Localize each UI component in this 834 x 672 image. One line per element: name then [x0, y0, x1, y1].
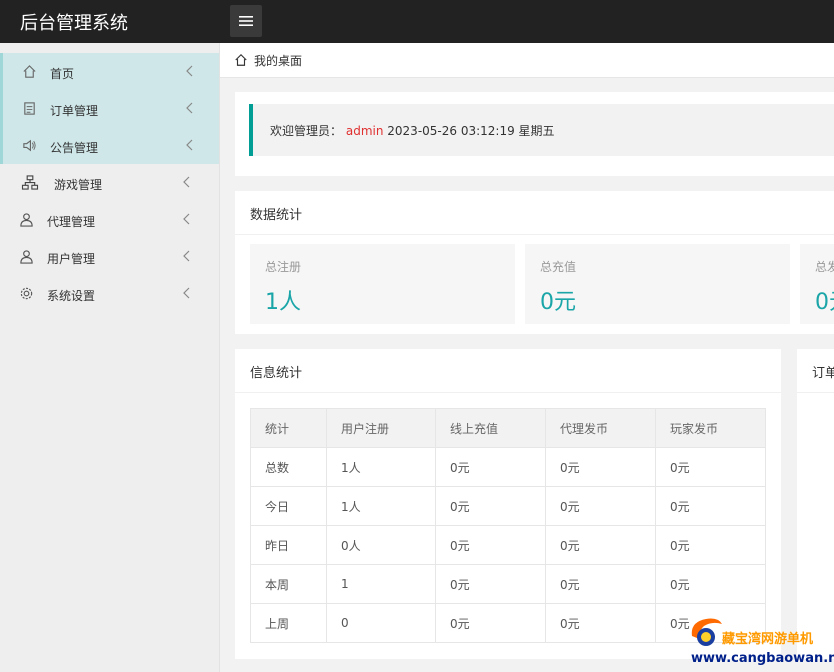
table-cell: 0元 — [655, 447, 766, 487]
sidebar-item-home[interactable]: 首页 — [0, 53, 219, 90]
stat-value: 0元 — [540, 290, 576, 315]
sidebar-item-agents[interactable]: 代理管理 — [0, 201, 219, 238]
table-row: 今日 1人 0元 0元 0元 — [250, 486, 766, 526]
sidebar-item-orders[interactable]: 订单管理 — [0, 90, 219, 127]
stat-label: 总注册 — [265, 260, 302, 274]
current-datetime: 2023-05-26 03:12:19 星期五 — [387, 124, 555, 138]
table-cell: 今日 — [250, 486, 327, 526]
divider — [235, 234, 834, 235]
table-row: 总数 1人 0元 0元 0元 — [250, 447, 766, 487]
table-row: 本周 1 0元 0元 0元 — [250, 564, 766, 604]
data-stats-card: 数据统计 总注册 1人 总充值 0元 总发 0元 — [235, 191, 834, 334]
breadcrumb-label[interactable]: 我的桌面 — [254, 52, 302, 69]
sidebar: 首页 订单管理 公告管理 游戏管理 代理管理 用户管理 系统设置 — [0, 43, 220, 672]
table-cell: 0元 — [545, 486, 656, 526]
watermark-logo: 藏宝湾网游单机 www.cangbaowan.net — [688, 614, 834, 672]
welcome-card: 欢迎管理员： admin 2023-05-26 03:12:19 星期五 — [235, 92, 834, 176]
order-stats-card: 订单 — [797, 349, 834, 659]
table-row: 昨日 0人 0元 0元 0元 — [250, 525, 766, 565]
user-icon — [18, 211, 34, 227]
divider — [797, 392, 834, 393]
table-cell: 0元 — [545, 564, 656, 604]
user-icon — [18, 248, 34, 264]
chevron-left-icon — [183, 250, 190, 262]
chevron-left-icon — [186, 65, 193, 77]
stat-value: 0元 — [815, 290, 834, 315]
table-cell: 昨日 — [250, 525, 327, 565]
home-icon — [21, 63, 37, 79]
top-bar: 后台管理系统 — [0, 0, 834, 43]
column-header: 用户注册 — [326, 408, 436, 448]
hamburger-icon — [239, 16, 253, 26]
table-cell: 0元 — [545, 603, 656, 643]
card-title: 订单 — [812, 366, 834, 381]
watermark-text: 藏宝湾网游单机 — [722, 632, 814, 647]
sidebar-item-label: 订单管理 — [50, 104, 99, 118]
divider — [235, 392, 781, 393]
table-cell: 0元 — [435, 603, 546, 643]
card-title: 信息统计 — [250, 366, 303, 381]
chevron-left-icon — [186, 102, 193, 114]
table-cell: 0元 — [435, 486, 546, 526]
stat-value: 1人 — [265, 290, 301, 315]
table-cell: 0元 — [545, 525, 656, 565]
table-cell: 0元 — [435, 447, 546, 487]
chevron-left-icon — [183, 213, 190, 225]
column-header: 玩家发币 — [655, 408, 766, 448]
speaker-icon — [21, 137, 37, 153]
breadcrumb: 我的桌面 — [220, 43, 834, 78]
table-cell: 0元 — [545, 447, 656, 487]
sidebar-item-label: 系统设置 — [47, 289, 96, 303]
welcome-banner: 欢迎管理员： admin 2023-05-26 03:12:19 星期五 — [249, 104, 834, 156]
sidebar-item-settings[interactable]: 系统设置 — [0, 275, 219, 312]
sidebar-item-label: 游戏管理 — [54, 178, 103, 192]
stat-box-total-issued: 总发 0元 — [800, 244, 834, 324]
stat-box-total-recharge: 总充值 0元 — [525, 244, 790, 324]
table-cell: 上周 — [250, 603, 327, 643]
column-header: 线上充值 — [435, 408, 546, 448]
sidebar-item-announcements[interactable]: 公告管理 — [0, 127, 219, 164]
sidebar-item-label: 用户管理 — [47, 252, 96, 266]
stats-table: 统计 用户注册 线上充值 代理发币 玩家发币 总数 1人 0元 0元 0元 今日… — [250, 408, 766, 643]
table-cell: 0元 — [655, 564, 766, 604]
table-cell: 本周 — [250, 564, 327, 604]
gear-icon — [18, 285, 34, 301]
chevron-left-icon — [183, 287, 190, 299]
table-cell: 0元 — [655, 486, 766, 526]
app-title: 后台管理系统 — [20, 13, 128, 34]
sidebar-item-label: 首页 — [50, 67, 75, 81]
document-icon — [21, 100, 37, 116]
column-header: 统计 — [250, 408, 327, 448]
table-cell: 1人 — [326, 447, 436, 487]
stat-label: 总发 — [815, 260, 834, 274]
stat-box-total-registrations: 总注册 1人 — [250, 244, 515, 324]
watermark-emblem-icon — [691, 618, 722, 646]
table-cell: 1 — [326, 564, 436, 604]
welcome-text: 欢迎管理员： admin 2023-05-26 03:12:19 星期五 — [270, 122, 555, 139]
table-cell: 0人 — [326, 525, 436, 565]
watermark-url: www.cangbaowan.net — [691, 651, 834, 666]
table-cell: 0 — [326, 603, 436, 643]
table-cell: 0元 — [655, 525, 766, 565]
table-cell: 1人 — [326, 486, 436, 526]
admin-username: admin — [345, 124, 384, 138]
sidebar-item-games[interactable]: 游戏管理 — [0, 164, 219, 201]
table-cell: 0元 — [435, 525, 546, 565]
welcome-prefix: 欢迎管理员： — [270, 124, 343, 138]
home-icon — [235, 53, 247, 66]
table-cell: 总数 — [250, 447, 327, 487]
table-cell: 0元 — [435, 564, 546, 604]
menu-toggle-button[interactable] — [230, 5, 262, 37]
sidebar-item-label: 代理管理 — [47, 215, 96, 229]
column-header: 代理发币 — [545, 408, 656, 448]
sitemap-icon — [20, 174, 40, 190]
stat-label: 总充值 — [540, 260, 577, 274]
sidebar-item-label: 公告管理 — [50, 141, 99, 155]
card-title: 数据统计 — [250, 208, 303, 223]
table-header-row: 统计 用户注册 线上充值 代理发币 玩家发币 — [250, 408, 766, 448]
sidebar-item-users[interactable]: 用户管理 — [0, 238, 219, 275]
info-stats-card: 信息统计 统计 用户注册 线上充值 代理发币 玩家发币 总数 1人 0元 0元 … — [235, 349, 781, 659]
chevron-left-icon — [183, 176, 190, 188]
chevron-left-icon — [186, 139, 193, 151]
